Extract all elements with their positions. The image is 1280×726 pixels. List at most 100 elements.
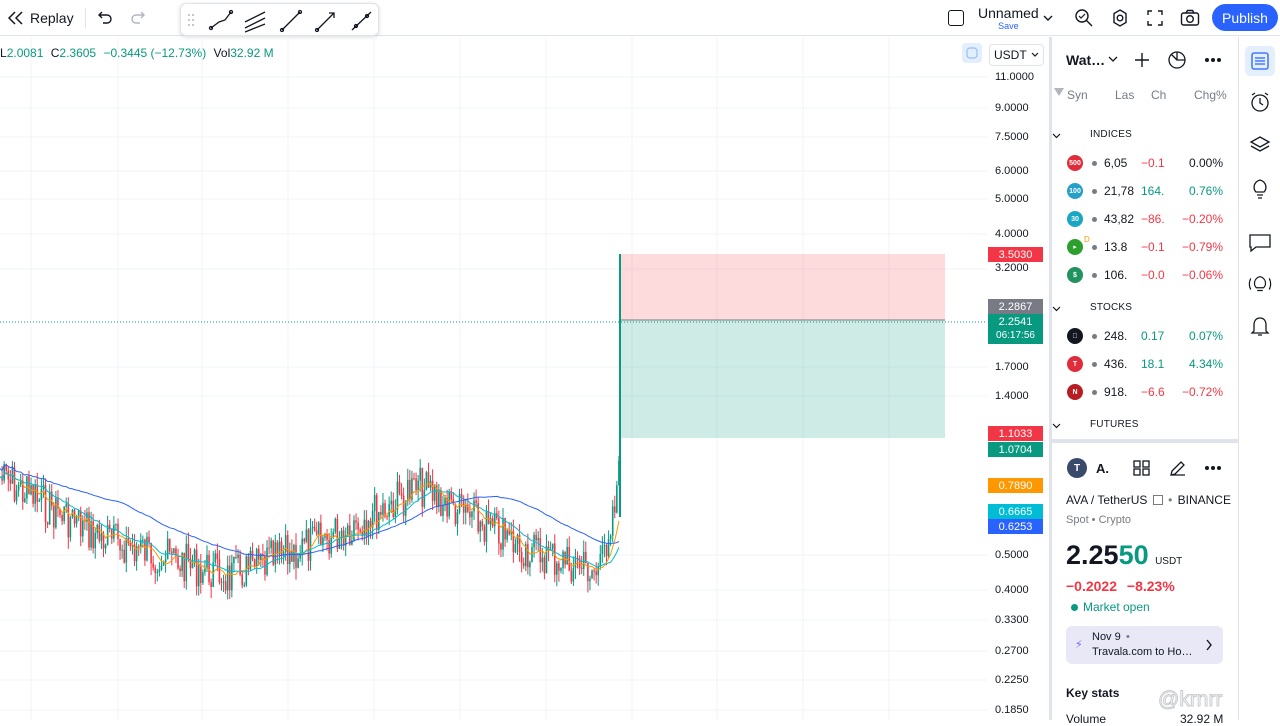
change-value: −0.3445 (−12.73%) [103, 46, 207, 60]
chevron-down-icon [1052, 133, 1061, 139]
candle-body [516, 534, 519, 544]
candle-body [556, 563, 558, 575]
object-tree-tab[interactable] [1247, 132, 1273, 158]
column-last[interactable]: Las [1115, 88, 1134, 102]
symbol-logo-icon: 500 [1067, 155, 1083, 171]
column-change[interactable]: Ch [1151, 88, 1166, 102]
grid-layout-icon[interactable] [1132, 459, 1152, 477]
streams-tab[interactable] [1247, 271, 1273, 297]
redo-icon [131, 11, 145, 24]
more-icon[interactable] [1204, 465, 1222, 471]
section-header-stocks[interactable]: STOCKS [1052, 302, 1132, 313]
candle-body [442, 504, 444, 516]
price-chart[interactable] [0, 37, 987, 720]
notifications-tab[interactable] [1247, 313, 1273, 339]
low-key: L [0, 46, 7, 60]
quick-search-button[interactable] [1074, 0, 1094, 36]
layout-dropdown[interactable] [1042, 0, 1054, 36]
candle-body [243, 585, 246, 587]
alerts-tab[interactable] [1247, 89, 1273, 115]
watchlist-row[interactable]: 30 43,82 −86. −0.20% [1052, 205, 1238, 233]
candle-body [593, 570, 595, 572]
candle-body [195, 549, 198, 587]
section-header-futures[interactable]: FUTURES [1052, 419, 1139, 430]
redo-button[interactable] [131, 0, 147, 36]
candle-body [214, 553, 217, 563]
watchlist-tab[interactable] [1245, 46, 1275, 76]
candle-body [55, 498, 57, 528]
candle-body [69, 517, 72, 538]
watchlist-row[interactable]: $106. −0.0 −0.06% [1052, 261, 1238, 289]
chevron-down-icon [1043, 15, 1053, 21]
candle-body [386, 516, 388, 518]
candle-body [609, 535, 612, 540]
candle-body [156, 571, 159, 573]
symbol-short[interactable]: A. [1096, 461, 1109, 476]
symbol-logo-icon: 30 [1067, 211, 1083, 227]
fullscreen-button[interactable] [1146, 0, 1164, 36]
candle-body [88, 512, 90, 548]
watchlist-row[interactable]: 500 6,05 −0.1 0.00% [1052, 149, 1238, 177]
watchlist-row[interactable]:  248. 0.17 0.07% [1052, 322, 1238, 350]
candle-body [253, 559, 256, 567]
candle-body [613, 506, 616, 513]
broadcast-bulb-icon [1248, 275, 1272, 292]
candle-body [82, 520, 84, 537]
candle-body [270, 540, 272, 548]
panel-separator [1052, 439, 1238, 443]
publish-button[interactable]: Publish [1212, 4, 1278, 31]
candle-body [185, 543, 188, 582]
layout-checkbox[interactable] [948, 0, 964, 36]
column-symbol[interactable]: Syn [1067, 88, 1088, 102]
chat-tab[interactable] [1247, 230, 1273, 256]
symbol-logo-icon:  [1067, 328, 1083, 344]
plus-icon[interactable] [1134, 52, 1150, 68]
news-card[interactable]: ⚡ Nov 9 • Travala.com to Ho… [1066, 626, 1223, 664]
currency-select[interactable]: USDT [989, 44, 1044, 66]
price-tick: 4.0000 [995, 228, 1029, 240]
edit-icon[interactable] [1168, 458, 1188, 478]
watchlist-row[interactable]: T 436. 18.1 4.34% [1052, 350, 1238, 378]
undo-button[interactable] [96, 0, 112, 36]
candle-body [34, 484, 36, 504]
settings-button[interactable] [1110, 0, 1130, 36]
exchange-name[interactable]: BINANCE [1178, 493, 1231, 507]
pair-name[interactable]: AVA / TetherUS [1066, 493, 1147, 507]
replay-button[interactable]: Replay [8, 0, 74, 36]
lightbulb-icon [1253, 179, 1267, 199]
change-percent: −0.79% [1181, 240, 1223, 254]
trend-line-icon [208, 9, 234, 31]
ideas-tab[interactable] [1247, 175, 1273, 201]
candle-body [67, 503, 70, 538]
candle-body [44, 485, 47, 522]
layers-icon [1249, 136, 1271, 152]
symbol-logo: T [1067, 458, 1087, 478]
more-icon[interactable] [1204, 57, 1222, 63]
candle-body [224, 581, 227, 591]
snapshot-button[interactable] [1180, 0, 1200, 36]
chevron-right-icon [1206, 639, 1212, 651]
auto-scale-button[interactable] [962, 43, 982, 63]
last-price: 6,05 [1104, 156, 1128, 170]
candle-body [24, 498, 26, 502]
chart-pane[interactable] [0, 37, 987, 720]
column-change-percent[interactable]: Chg% [1194, 88, 1227, 102]
pie-chart-icon[interactable] [1167, 50, 1187, 70]
last-price: 918. [1104, 385, 1128, 399]
candle-body [599, 553, 602, 567]
external-link-icon[interactable] [1152, 495, 1163, 505]
candle-body [409, 479, 411, 500]
candle-body [222, 581, 225, 583]
candle-body [187, 543, 190, 559]
chevron-down-icon[interactable] [1108, 56, 1118, 63]
candle-body [48, 491, 51, 525]
candle-body [210, 582, 212, 588]
watchlist-row[interactable]: ▸ D 13.8 −0.1 −0.79% [1052, 233, 1238, 261]
watchlist-row[interactable]: 100 21,78 164. 0.76% [1052, 177, 1238, 205]
watchlist-row[interactable]: N 918. −6.6 −0.72% [1052, 378, 1238, 406]
candle-body [63, 506, 65, 522]
section-header-indices[interactable]: INDICES [1052, 129, 1132, 140]
watchlist-title[interactable]: Wat… [1066, 52, 1105, 68]
fullscreen-icon [1147, 10, 1163, 26]
layout-name-button[interactable]: Unnamed Save [978, 0, 1039, 36]
